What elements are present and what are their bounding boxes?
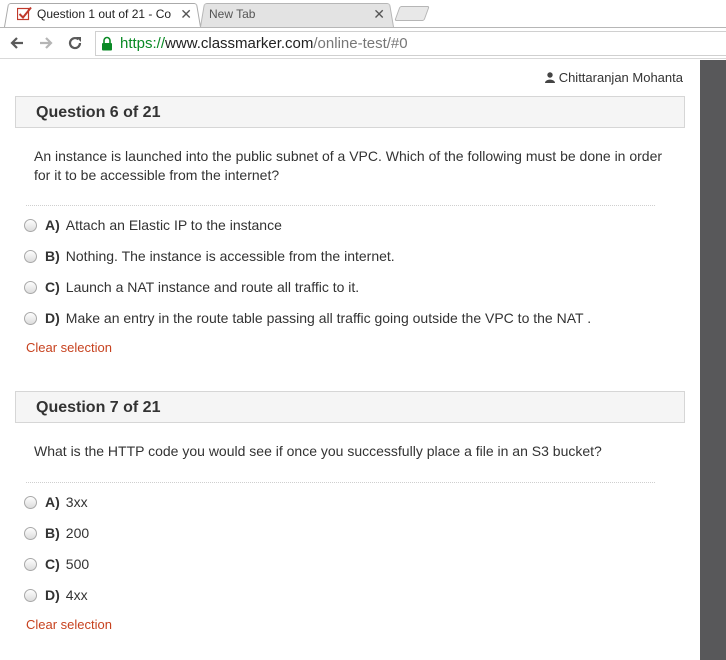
classmarker-favicon-icon <box>17 6 32 21</box>
option-letter: A) <box>45 217 60 233</box>
answer-option-c[interactable]: C) 500 <box>24 554 89 574</box>
tab-strip: Question 1 out of 21 - Co ✕ New Tab ✕ <box>0 0 726 27</box>
option-letter: C) <box>45 556 60 572</box>
radio-button[interactable] <box>24 218 37 232</box>
answer-option-b[interactable]: B) Nothing. The instance is accessible f… <box>24 246 395 266</box>
radio-button[interactable] <box>24 495 37 509</box>
option-text: Make an entry in the route table passing… <box>65 310 592 326</box>
option-letter: A) <box>45 494 60 510</box>
option-letter: B) <box>45 248 60 264</box>
radio-button[interactable] <box>24 311 37 325</box>
question-text: What is the HTTP code you would see if o… <box>34 443 602 459</box>
tab-title: New Tab <box>209 7 256 21</box>
divider <box>26 205 655 206</box>
radio-button[interactable] <box>24 557 37 571</box>
user-name: Chittaranjan Mohanta <box>558 70 683 85</box>
answer-option-a[interactable]: A) 3xx <box>24 492 88 512</box>
answer-option-b[interactable]: B) 200 <box>24 523 89 543</box>
option-letter: B) <box>45 525 60 541</box>
option-text: Nothing. The instance is accessible from… <box>65 248 395 264</box>
arrow-right-icon <box>40 37 53 49</box>
question-title: Question 6 of 21 <box>36 104 161 121</box>
radio-button[interactable] <box>24 588 37 602</box>
new-tab-button[interactable] <box>394 6 430 21</box>
option-text: 3xx <box>65 494 88 510</box>
answer-option-d[interactable]: D) 4xx <box>24 585 88 605</box>
url-text: https://www.classmarker.com/online-test/… <box>120 35 408 53</box>
reload-icon <box>68 36 82 50</box>
reload-button[interactable] <box>64 32 86 54</box>
close-icon[interactable]: ✕ <box>373 3 385 25</box>
question-header: Question 6 of 21 <box>15 96 685 128</box>
option-letter: D) <box>45 310 60 326</box>
user-icon <box>544 72 555 83</box>
question-header: Question 7 of 21 <box>15 391 685 423</box>
option-text: 4xx <box>65 587 88 603</box>
clear-selection-link[interactable]: Clear selection <box>26 340 112 355</box>
option-text: 500 <box>65 556 90 572</box>
answer-option-c[interactable]: C) Launch a NAT instance and route all t… <box>24 277 359 297</box>
user-info: Chittaranjan Mohanta <box>544 70 683 85</box>
close-icon[interactable]: ✕ <box>180 3 192 25</box>
tab-new-tab[interactable]: New Tab ✕ <box>200 2 394 27</box>
question-title: Question 7 of 21 <box>36 399 161 416</box>
arrow-left-icon <box>10 37 23 49</box>
option-text: Launch a NAT instance and route all traf… <box>65 279 360 295</box>
back-button[interactable] <box>6 32 28 54</box>
tab-question[interactable]: Question 1 out of 21 - Co ✕ <box>4 2 201 27</box>
url-host: www.classmarker.com <box>165 35 314 52</box>
browser-toolbar: https://www.classmarker.com/online-test/… <box>0 27 726 59</box>
address-bar[interactable]: https://www.classmarker.com/online-test/… <box>95 31 726 56</box>
answer-option-a[interactable]: A) Attach an Elastic IP to the instance <box>24 215 282 235</box>
url-path: /online-test/#0 <box>313 35 408 52</box>
scrollbar[interactable] <box>700 60 726 660</box>
tab-title: Question 1 out of 21 - Co <box>37 7 172 21</box>
radio-button[interactable] <box>24 280 37 294</box>
question-text: An instance is launched into the public … <box>34 148 663 183</box>
answer-option-d[interactable]: D) Make an entry in the route table pass… <box>24 308 591 328</box>
option-letter: C) <box>45 279 60 295</box>
radio-button[interactable] <box>24 249 37 263</box>
radio-button[interactable] <box>24 526 37 540</box>
forward-button[interactable] <box>35 32 57 54</box>
option-text: Attach an Elastic IP to the instance <box>65 217 282 233</box>
lock-icon <box>102 36 112 51</box>
divider <box>26 482 655 483</box>
option-text: 200 <box>65 525 90 541</box>
page-content: Chittaranjan Mohanta Question 6 of 21 An… <box>0 60 700 660</box>
clear-selection-link[interactable]: Clear selection <box>26 617 112 632</box>
option-letter: D) <box>45 587 60 603</box>
url-scheme: https:// <box>120 35 166 52</box>
